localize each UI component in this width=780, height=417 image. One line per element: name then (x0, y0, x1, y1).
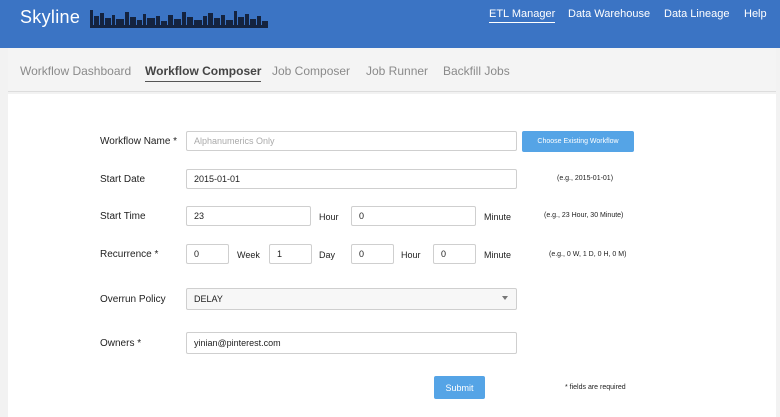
topnav-etl-manager[interactable]: ETL Manager (489, 8, 556, 23)
recurrence-label: Recurrence * (100, 249, 159, 260)
tab-job-composer[interactable]: Job Composer (272, 64, 350, 78)
workflow-tabs: Workflow Dashboard Workflow Composer Job… (8, 48, 776, 92)
tab-workflow-dashboard[interactable]: Workflow Dashboard (20, 64, 131, 78)
start-date-hint: (e.g., 2015-01-01) (557, 175, 614, 182)
start-date-input[interactable] (186, 169, 517, 189)
start-time-hour-input[interactable] (186, 206, 311, 226)
chevron-down-icon (502, 296, 508, 300)
topnav-data-lineage[interactable]: Data Lineage (664, 8, 729, 20)
topnav-help[interactable]: Help (744, 8, 767, 20)
start-time-hour-unit: Hour (319, 212, 339, 222)
workflow-name-label: Workflow Name * (100, 136, 178, 147)
start-time-hint: (e.g., 23 Hour, 30 Minute) (544, 212, 624, 219)
recurrence-hint: (e.g., 0 W, 1 D, 0 H, 0 M) (549, 251, 627, 258)
tab-workflow-composer[interactable]: Workflow Composer (145, 64, 262, 82)
owners-input[interactable] (186, 332, 517, 354)
skyline-logo-icon (90, 10, 268, 28)
choose-existing-workflow-button[interactable]: Choose Existing Workflow (522, 131, 634, 152)
recurrence-hour-input[interactable] (351, 244, 394, 264)
workflow-form: Workflow Name * Choose Existing Workflow… (8, 94, 776, 417)
required-fields-note: * fields are required (565, 384, 626, 391)
recurrence-hour-unit: Hour (401, 250, 421, 260)
workflow-name-input[interactable] (186, 131, 517, 151)
start-time-label: Start Time (100, 211, 146, 222)
owners-label: Owners * (100, 338, 142, 349)
submit-button[interactable]: Submit (434, 376, 485, 399)
recurrence-minute-unit: Minute (484, 250, 512, 260)
tab-backfill-jobs[interactable]: Backfill Jobs (443, 64, 510, 78)
tab-job-runner[interactable]: Job Runner (366, 64, 428, 78)
recurrence-minute-input[interactable] (433, 244, 476, 264)
start-time-minute-unit: Minute (484, 212, 512, 222)
recurrence-week-input[interactable] (186, 244, 229, 264)
topnav-data-warehouse[interactable]: Data Warehouse (568, 8, 650, 20)
overrun-policy-selected-value: DELAY (194, 294, 223, 304)
start-date-label: Start Date (100, 174, 146, 185)
recurrence-week-unit: Week (237, 250, 260, 260)
overrun-policy-select[interactable]: DELAY (186, 288, 517, 310)
start-time-minute-input[interactable] (351, 206, 476, 226)
overrun-policy-label: Overrun Policy (100, 294, 166, 305)
top-navbar: Skyline ETL Manager Data Warehouse Data … (0, 0, 780, 48)
brand-logo-text[interactable]: Skyline (20, 7, 80, 28)
recurrence-day-input[interactable] (269, 244, 312, 264)
recurrence-day-unit: Day (319, 250, 336, 260)
